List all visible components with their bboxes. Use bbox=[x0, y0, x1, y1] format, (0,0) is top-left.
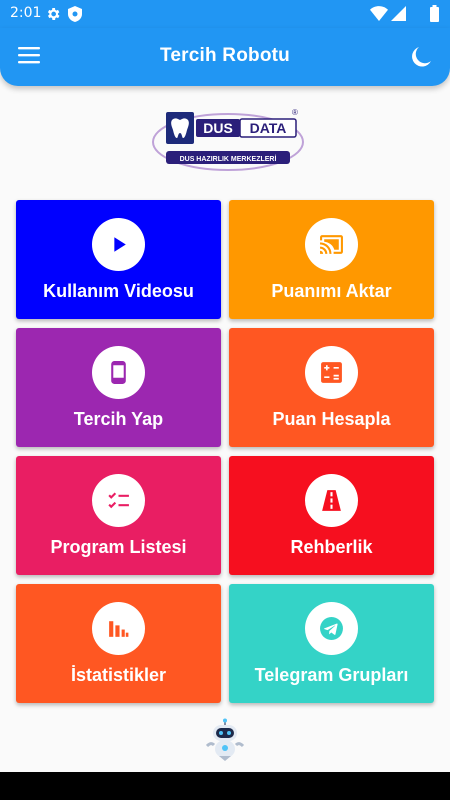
tile-label: Program Listesi bbox=[50, 537, 187, 557]
logo-registered: ® bbox=[292, 108, 298, 117]
signal-icon bbox=[391, 6, 406, 24]
dark-mode-moon-icon[interactable] bbox=[412, 46, 434, 68]
tile-telegram-gruplari[interactable]: Telegram Grupları bbox=[229, 584, 434, 703]
tile-rehberlik[interactable]: Rehberlik bbox=[229, 456, 434, 575]
tile-label: Rehberlik bbox=[290, 537, 373, 557]
status-bar: 2:01 bbox=[0, 0, 450, 28]
shield-icon bbox=[68, 6, 82, 25]
tile-label: Telegram Grupları bbox=[254, 665, 409, 685]
tile-label: İstatistikler bbox=[70, 665, 167, 685]
bar-chart-icon bbox=[109, 621, 129, 637]
logo-subtitle: DUS HAZIRLIK MERKEZLERİ bbox=[180, 155, 277, 163]
cast-icon bbox=[320, 235, 343, 254]
robot-mascot-icon bbox=[205, 718, 245, 762]
logo-brand-right: DATA bbox=[250, 120, 287, 136]
battery-icon bbox=[430, 5, 439, 25]
tile-program-listesi[interactable]: Program Listesi bbox=[16, 456, 221, 575]
system-navigation-bar bbox=[0, 772, 450, 800]
status-time: 2:01 bbox=[10, 5, 42, 21]
tile-label: Puanımı Aktar bbox=[271, 281, 392, 301]
tile-label: Puan Hesapla bbox=[272, 409, 391, 429]
page-title: Tercih Robotu bbox=[160, 45, 290, 66]
calculator-icon bbox=[321, 362, 342, 383]
road-icon bbox=[322, 490, 341, 511]
play-icon bbox=[114, 237, 126, 252]
tile-puanimi-aktar[interactable]: Puanımı Aktar bbox=[229, 200, 434, 319]
tile-label: Kullanım Videosu bbox=[43, 281, 194, 301]
tile-tercih-yap[interactable]: Tercih Yap bbox=[16, 328, 221, 447]
tile-label: Tercih Yap bbox=[73, 409, 164, 429]
checklist-icon bbox=[108, 492, 129, 509]
telegram-icon bbox=[320, 617, 343, 640]
gear-icon bbox=[45, 6, 61, 25]
wifi-icon bbox=[370, 6, 388, 24]
phone-icon bbox=[111, 361, 126, 384]
app-bar: Tercih Robotu bbox=[0, 28, 450, 86]
tile-kullanim-videosu[interactable]: Kullanım Videosu bbox=[16, 200, 221, 319]
logo-brand-left: DUS bbox=[203, 120, 233, 136]
dus-data-logo: DUS DATA ® DUS HAZIRLIK MERKEZLERİ bbox=[148, 106, 304, 178]
tile-istatistikler[interactable]: İstatistikler bbox=[16, 584, 221, 703]
tile-puan-hesapla[interactable]: Puan Hesapla bbox=[229, 328, 434, 447]
